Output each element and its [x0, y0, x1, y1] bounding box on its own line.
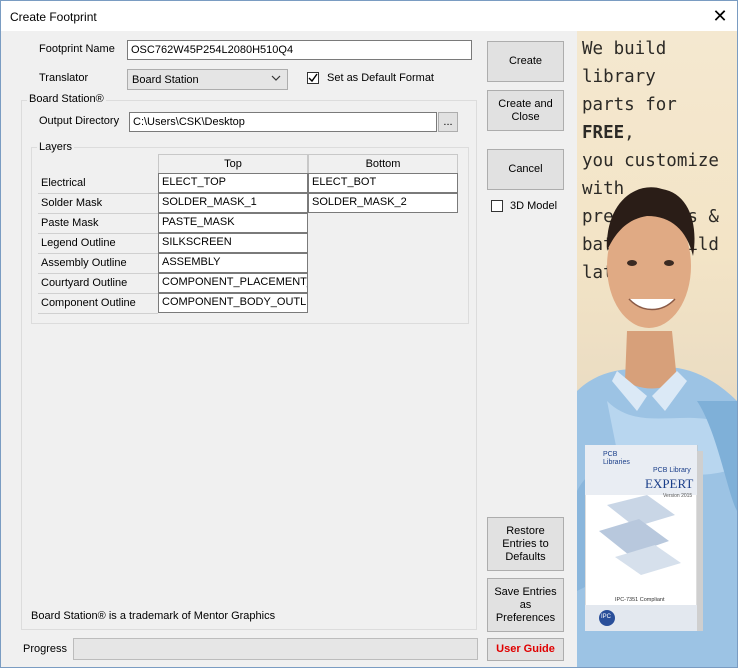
- chevron-down-icon: [271, 71, 281, 91]
- trademark-note: Board Station® is a trademark of Mentor …: [31, 610, 276, 622]
- product-box: PCB Libraries PCB Library EXPERT Version…: [585, 445, 703, 631]
- create-button[interactable]: Create: [487, 41, 564, 82]
- default-format-checkbox[interactable]: [307, 72, 319, 84]
- layers-group-title: Layers: [37, 141, 75, 153]
- box-title-2: EXPERT: [645, 476, 694, 491]
- box-badge: IPC-7351 Compliant: [615, 597, 665, 603]
- box-brand-2: Libraries: [603, 459, 630, 466]
- check-icon: [308, 73, 318, 83]
- save-preferences-button[interactable]: Save Entries as Preferences: [487, 578, 564, 632]
- output-directory-input[interactable]: C:\Users\CSK\Desktop: [129, 112, 437, 132]
- layer-top-input[interactable]: COMPONENT_PLACEMENT_: [158, 273, 308, 293]
- translator-value: Board Station: [132, 74, 199, 86]
- box-logo: IPC: [601, 614, 612, 620]
- save-label-3: Preferences: [495, 611, 556, 624]
- box-title-1: PCB Library: [653, 467, 691, 474]
- restore-label-1: Restore: [506, 524, 545, 537]
- window-title: Create Footprint: [10, 10, 97, 24]
- layer-top-input[interactable]: SILKSCREEN: [158, 233, 308, 253]
- browse-button[interactable]: ...: [438, 112, 458, 132]
- layer-row-label: Courtyard Outline: [38, 274, 158, 294]
- layer-row-label: Electrical: [38, 174, 158, 194]
- box-brand-1: PCB: [603, 451, 618, 458]
- layer-top-input[interactable]: ASSEMBLY: [158, 253, 308, 273]
- restore-label-2: Entries to: [502, 537, 549, 550]
- layer-row-label: Solder Mask: [38, 194, 158, 214]
- ad-line-2: parts for FREE,: [582, 95, 677, 143]
- footprint-name-label: Footprint Name: [39, 43, 115, 55]
- layer-top-input[interactable]: PASTE_MASK: [158, 213, 308, 233]
- layer-bottom-input[interactable]: ELECT_BOT: [308, 173, 458, 193]
- progress-label: Progress: [23, 643, 68, 655]
- footprint-name-input[interactable]: OSC762W45P254L2080H510Q4: [127, 40, 472, 60]
- layer-top-input[interactable]: SOLDER_MASK_1: [158, 193, 308, 213]
- cancel-button[interactable]: Cancel: [487, 149, 564, 190]
- advertisement-panel[interactable]: We build library parts for FREE, you cus…: [577, 31, 737, 667]
- user-guide-button[interactable]: User Guide: [487, 638, 564, 661]
- translator-select[interactable]: Board Station: [127, 69, 288, 90]
- box-version: Version 2015: [663, 493, 693, 499]
- create-and-close-label-2: Close: [511, 110, 540, 123]
- layer-row-label: Paste Mask: [38, 214, 158, 234]
- title-bar: Create Footprint ✕: [1, 1, 737, 31]
- layer-row-label: Component Outline: [38, 294, 158, 314]
- board-station-group-title: Board Station®: [27, 93, 106, 105]
- close-icon[interactable]: ✕: [707, 5, 733, 27]
- 3d-model-checkbox[interactable]: [491, 200, 503, 212]
- column-header-bottom: Bottom: [308, 154, 458, 174]
- create-and-close-label-1: Create and: [498, 97, 553, 110]
- create-and-close-button[interactable]: Create and Close: [487, 90, 564, 131]
- column-header-top: Top: [158, 154, 308, 174]
- layer-top-input[interactable]: ELECT_TOP: [158, 173, 308, 193]
- layer-row-label: Legend Outline: [38, 234, 158, 254]
- restore-defaults-button[interactable]: Restore Entries to Defaults: [487, 517, 564, 571]
- progress-bar: [73, 638, 478, 660]
- ad-line-1: We build library: [582, 39, 667, 87]
- default-format-label: Set as Default Format: [327, 72, 434, 84]
- save-label-1: Save Entries: [494, 585, 557, 598]
- restore-label-3: Defaults: [505, 550, 546, 563]
- save-label-2: as: [519, 598, 532, 611]
- layer-bottom-input[interactable]: SOLDER_MASK_2: [308, 193, 458, 213]
- translator-label: Translator: [39, 72, 89, 84]
- 3d-model-label: 3D Model: [510, 200, 558, 212]
- output-directory-label: Output Directory: [39, 115, 120, 127]
- create-footprint-dialog: Create Footprint ✕ Footprint Name OSC762…: [0, 0, 738, 668]
- layer-top-input[interactable]: COMPONENT_BODY_OUTLI: [158, 293, 308, 313]
- layer-row-label: Assembly Outline: [38, 254, 158, 274]
